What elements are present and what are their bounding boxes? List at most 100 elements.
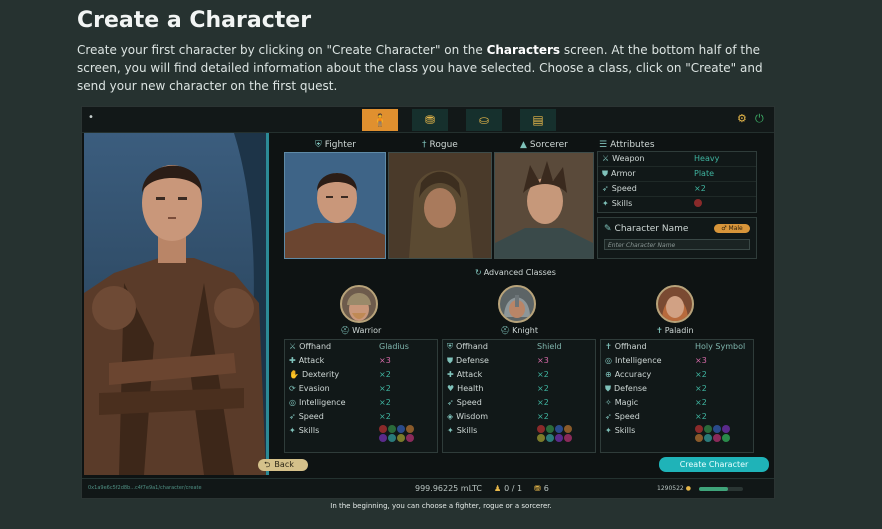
boot-icon: ➶ bbox=[605, 412, 612, 421]
stat-row: ✦ Skills bbox=[601, 424, 753, 442]
evasion-icon: ⟳ bbox=[289, 384, 296, 393]
xp-progress-fill bbox=[699, 487, 728, 491]
knight-name: ⛑ Knight bbox=[500, 326, 538, 335]
stat-row: ◎ Intelligence ×3 bbox=[605, 356, 707, 365]
paladin-avatar[interactable] bbox=[656, 285, 694, 323]
attack-icon: ✚ bbox=[447, 370, 454, 379]
stat-row: ⛊ Defense ×3 bbox=[447, 356, 549, 365]
skill-icon bbox=[388, 434, 396, 442]
dagger-icon: † bbox=[422, 140, 427, 150]
skill-icon bbox=[379, 434, 387, 442]
status-bar: 0x1a9e6c5f2d8b...c4f7e9a1/character/crea… bbox=[82, 478, 774, 498]
sword-icon: ⚔ bbox=[602, 154, 610, 163]
rogue-portrait bbox=[409, 170, 473, 258]
stat-row: ◈ Wisdom ×2 bbox=[447, 412, 549, 421]
character-portrait bbox=[84, 133, 269, 475]
class-card-rogue[interactable] bbox=[388, 152, 492, 259]
stat-row: ✋ Dexterity ×2 bbox=[289, 370, 391, 379]
chest-icon: ⛃ bbox=[424, 113, 436, 127]
tab-character[interactable]: 🧍 bbox=[362, 109, 398, 131]
skill-icon-grid bbox=[379, 425, 435, 443]
magic-icon: ✧ bbox=[605, 398, 612, 407]
boot-icon: ➶ bbox=[289, 412, 296, 421]
stat-row: ➶ Speed ×2 bbox=[289, 412, 391, 421]
stat-row: ⊕ Accuracy ×2 bbox=[605, 370, 707, 379]
skill-icon bbox=[555, 425, 563, 433]
intro-text: Create your first character by clicking … bbox=[77, 43, 763, 93]
stat-row: ✧ Magic ×2 bbox=[605, 398, 707, 407]
character-icon: 🧍 bbox=[372, 113, 388, 127]
intelligence-icon: ◎ bbox=[605, 356, 612, 365]
dexterity-icon: ✋ bbox=[289, 370, 299, 379]
male-icon: ♂ bbox=[721, 225, 729, 232]
attributes-title: ☰ Attributes bbox=[599, 140, 655, 150]
skill-icon bbox=[388, 425, 396, 433]
defense-icon: ⛊ bbox=[605, 384, 611, 393]
skill-icon bbox=[564, 425, 572, 433]
class-label-rogue: † Rogue bbox=[422, 140, 458, 150]
top-bar: • 🧍 ⛃ ⛀ ▤ ⚙ ⏻ bbox=[82, 107, 774, 133]
back-arrow-icon: ⮌ bbox=[264, 460, 271, 469]
stat-row: ◎ Intelligence ×2 bbox=[289, 398, 391, 407]
page-title: Create a Character bbox=[77, 8, 312, 33]
class-card-fighter[interactable] bbox=[284, 152, 386, 259]
image-caption: In the beginning, you can choose a fight… bbox=[330, 502, 552, 510]
advanced-classes-title: ↻ Advanced Classes bbox=[475, 268, 556, 277]
xp-value: 1290522 ● bbox=[657, 485, 691, 492]
boot-icon: ➶ bbox=[447, 398, 454, 407]
menu-icon[interactable]: • bbox=[88, 112, 94, 123]
sorcerer-portrait bbox=[495, 161, 593, 258]
skill-icon bbox=[704, 425, 712, 433]
class-label-sorcerer: ▲ Sorcerer bbox=[520, 140, 568, 150]
status-link[interactable]: 0x1a9e6c5f2d8b...c4f7e9a1/character/crea… bbox=[88, 485, 202, 491]
shield-icon: ⛨ bbox=[447, 342, 453, 351]
skill-icon bbox=[397, 434, 405, 442]
paladin-stats-table: ✝ Offhand Holy Symbol ◎ Intelligence ×3 ⊕ Acc… bbox=[600, 339, 754, 453]
class-card-sorcerer[interactable] bbox=[494, 152, 594, 259]
items-count: ⛃ 6 bbox=[534, 484, 549, 493]
characters-emphasis: Characters bbox=[486, 43, 561, 57]
skill-icon bbox=[555, 434, 563, 442]
skill-icon bbox=[564, 434, 572, 442]
skills-icon: ✦ bbox=[447, 426, 454, 435]
back-button[interactable]: ⮌ Back bbox=[258, 459, 308, 471]
skill-icon bbox=[722, 434, 730, 442]
attr-row-weapon: ⚔ Weapon Heavy bbox=[598, 152, 756, 167]
knight-avatar[interactable] bbox=[498, 285, 536, 323]
knight-stats-table: ⛨ Offhand Shield ⛊ Defense ×3 ✚ Attack ×2 ♥ Hea… bbox=[442, 339, 596, 453]
warrior-avatar[interactable] bbox=[340, 285, 378, 323]
create-character-button[interactable]: Create Character bbox=[659, 457, 769, 472]
skill-icon bbox=[694, 199, 702, 207]
skills-icon: ✦ bbox=[602, 199, 609, 208]
refresh-icon: ↻ bbox=[475, 268, 482, 277]
skill-icon bbox=[695, 434, 703, 442]
coin-icon: ● bbox=[685, 485, 691, 492]
skill-icon-grid bbox=[537, 425, 593, 443]
gear-icon[interactable]: ⚙ bbox=[737, 112, 747, 125]
character-name-input[interactable]: Enter Character Name bbox=[604, 239, 750, 250]
boot-icon: ➶ bbox=[602, 184, 609, 193]
attr-row-skills: ✦ Skills bbox=[598, 197, 756, 211]
skill-icon bbox=[537, 434, 545, 442]
tab-scroll[interactable]: ▤ bbox=[520, 109, 556, 131]
hat-icon: ▲ bbox=[520, 140, 527, 150]
tab-bag[interactable]: ⛀ bbox=[466, 109, 502, 131]
fighter-portrait bbox=[285, 173, 385, 258]
character-name-panel: ✎ Character Name ♂ Male Enter Character N… bbox=[597, 217, 757, 259]
attributes-panel: ⚔ Weapon Heavy ⛊ Armor Plate ➶ Speed ×2 ✦ Skill… bbox=[597, 151, 757, 213]
wisdom-icon: ◈ bbox=[447, 412, 454, 421]
paladin-name: ✝ Paladin bbox=[656, 326, 694, 335]
xp-progress-bar bbox=[699, 487, 743, 491]
skill-icon bbox=[546, 434, 554, 442]
shield-icon: ⛨ bbox=[315, 140, 322, 150]
stat-row: ✚ Attack ×3 bbox=[289, 356, 391, 365]
skill-icon bbox=[546, 425, 554, 433]
skills-icon: ✦ bbox=[289, 426, 296, 435]
skill-icon bbox=[713, 425, 721, 433]
tab-chest[interactable]: ⛃ bbox=[412, 109, 448, 131]
intelligence-icon: ◎ bbox=[289, 398, 296, 407]
characters-count: ♟ 0 / 1 bbox=[494, 484, 523, 493]
power-icon[interactable]: ⏻ bbox=[755, 112, 764, 126]
character-icon: ♟ bbox=[494, 484, 502, 493]
gender-toggle[interactable]: ♂ Male bbox=[714, 224, 750, 233]
